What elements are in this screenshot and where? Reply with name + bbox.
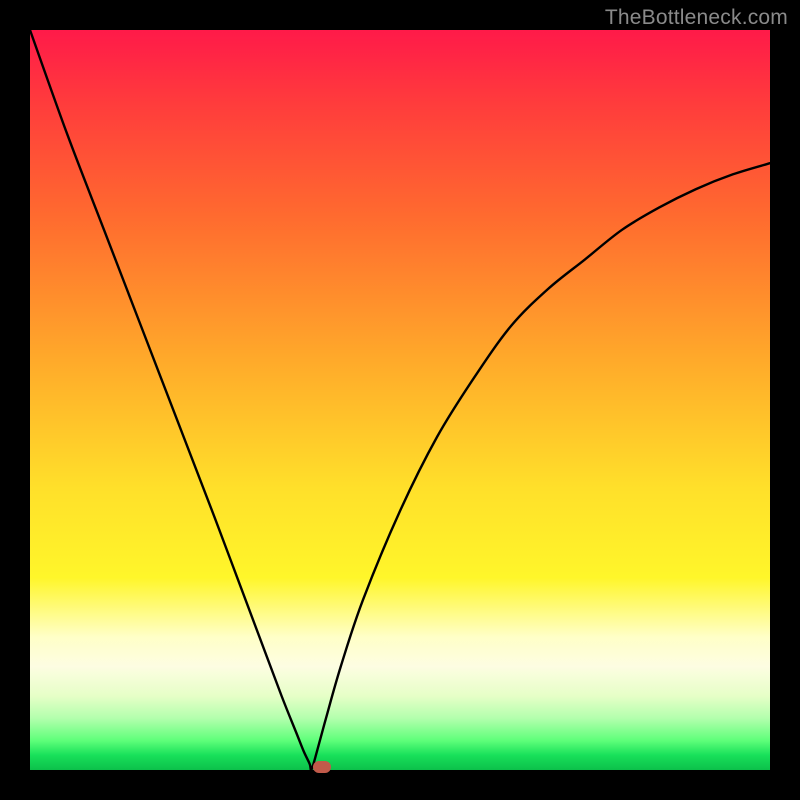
minimum-marker xyxy=(313,761,331,773)
plot-area xyxy=(30,30,770,770)
chart-frame: TheBottleneck.com xyxy=(0,0,800,800)
watermark-text: TheBottleneck.com xyxy=(605,6,788,30)
bottleneck-curve xyxy=(30,30,770,770)
curve-layer xyxy=(30,30,770,770)
